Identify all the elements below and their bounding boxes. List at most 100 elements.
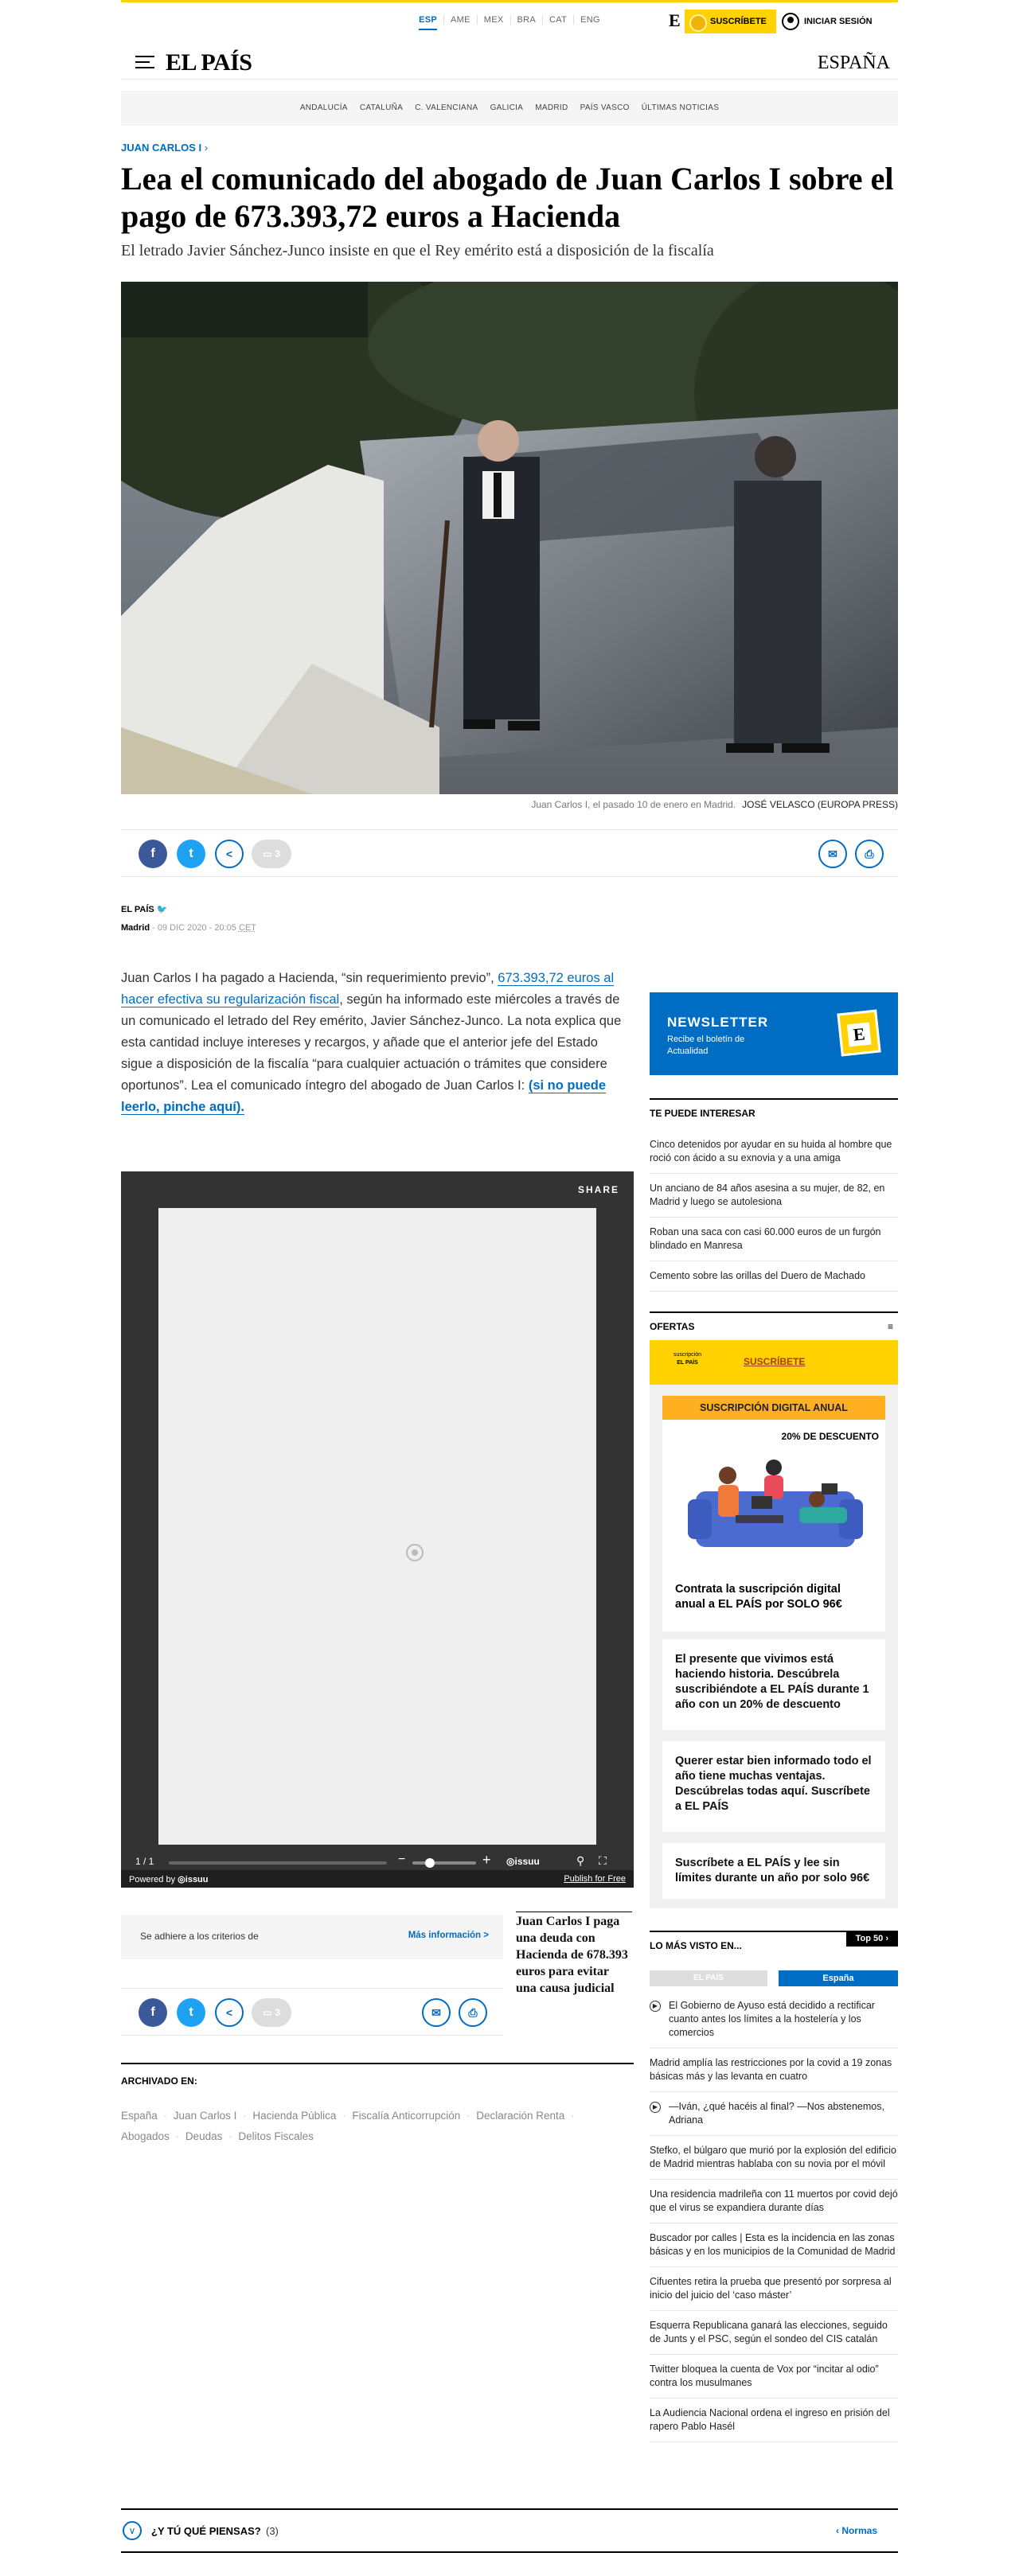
tag[interactable]: España (121, 2110, 174, 2122)
article-photo (121, 282, 898, 794)
zoom-in-icon[interactable]: + (482, 1852, 491, 1869)
el-pais-e-logo[interactable]: E (669, 10, 685, 32)
nav-galicia[interactable]: GALICIA (490, 103, 524, 112)
email-icon-bottom[interactable]: ✉ (422, 1998, 451, 2027)
zoom-out-icon[interactable]: − (398, 1853, 405, 1867)
nav-valenciana[interactable]: C. VALENCIANA (415, 103, 478, 112)
tab-spain[interactable]: España (779, 1970, 898, 1986)
byline-author[interactable]: EL PAÍS 🐦 (121, 904, 168, 914)
fullscreen-icon[interactable]: ⛶ (599, 1854, 607, 1868)
interest-item[interactable]: Cinco detenidos por ayudar en su huida a… (650, 1130, 898, 1174)
zoom-handle[interactable] (425, 1858, 435, 1868)
nav-cataluna[interactable]: CATALUÑA (360, 103, 403, 112)
share-bar-top: f t < ▭ 3 ✉ ⎙ (121, 829, 898, 877)
most-viewed-item[interactable]: Twitter bloquea la cuenta de Vox por “in… (650, 2355, 898, 2399)
subscribe-button[interactable]: SUSCRÍBETE (685, 10, 776, 33)
facebook-icon[interactable]: f (139, 840, 167, 868)
promo-card[interactable]: SUSCRIPCIÓN DIGITAL ANUAL 20% DE DESCUEN… (662, 1396, 885, 1631)
most-viewed-item[interactable]: Stefko, el búlgaro que murió por la expl… (650, 2136, 898, 2180)
offer-card-4[interactable]: Suscríbete a EL PAÍS y lee sin límites d… (662, 1843, 885, 1899)
issuu-footer-logo[interactable]: ◎issuu (178, 1875, 208, 1884)
offer-card-2[interactable]: El presente que vivimos está haciendo hi… (662, 1639, 885, 1730)
interest-item[interactable]: Roban una saca con casi 60.000 euros de … (650, 1218, 898, 1261)
tab-global[interactable]: EL PAÍS (650, 1970, 767, 1986)
twitter-icon-bottom[interactable]: t (177, 1998, 205, 2027)
menu-icon-small[interactable]: ≡ (888, 1321, 893, 1332)
nav-madrid[interactable]: MADRID (535, 103, 568, 112)
share-icon[interactable]: < (215, 840, 244, 868)
top50-label: Top 50 (855, 1934, 884, 1943)
print-icon-bottom[interactable]: ⎙ (459, 1998, 487, 2027)
most-viewed-item[interactable]: Cifuentes retira la prueba que presentó … (650, 2267, 898, 2311)
nav-pais-vasco[interactable]: PAÍS VASCO (580, 103, 630, 112)
comment-icon-bottom: ▭ (262, 2007, 272, 2018)
print-icon[interactable]: ⎙ (855, 840, 884, 868)
newsletter-banner[interactable]: NEWSLETTER Recibe el boletín de Actualid… (650, 992, 898, 1075)
comment-count-bottom: 3 (275, 2007, 281, 2018)
offers-subscribe-link[interactable]: SUSCRÍBETE (744, 1356, 805, 1367)
comment-icon: ▭ (262, 848, 272, 859)
comments-button-bottom[interactable]: ▭ 3 (252, 1998, 291, 2027)
criteria-more-link[interactable]: Más información > (408, 1931, 489, 1940)
comments-count: (3) (266, 2525, 279, 2537)
issuu-share-button[interactable]: SHARE (578, 1184, 619, 1195)
issuu-logo[interactable]: ◎issuu (506, 1856, 540, 1867)
most-viewed-item[interactable]: Madrid amplía las restricciones por la c… (650, 2048, 898, 2092)
twitter-icon[interactable]: t (177, 840, 205, 868)
most-viewed-item[interactable]: Esquerra Republicana ganará las eleccion… (650, 2311, 898, 2355)
offers-subscribe-bar[interactable]: suscripción EL PAÍS SUSCRÍBETE (650, 1340, 898, 1385)
share-icon-bottom[interactable]: < (215, 1998, 244, 2027)
issuu-embed[interactable]: SHARE 1 / 1 − + ◎issuu ⚲ ⛶ Powered by ◎i… (121, 1171, 634, 1888)
nav-andalucia[interactable]: ANDALUCÍA (300, 103, 348, 112)
tag[interactable]: Juan Carlos I (174, 2110, 253, 2122)
tag[interactable]: Fiscalía Anticorrupción (352, 2110, 476, 2122)
section-title[interactable]: ESPAÑA (818, 53, 890, 74)
interest-item[interactable]: Un anciano de 84 años asesina a su mujer… (650, 1174, 898, 1218)
most-viewed-item[interactable]: Una residencia madrileña con 11 muertos … (650, 2180, 898, 2223)
edition-bra[interactable]: BRA (510, 15, 543, 25)
tag[interactable]: Declaración Renta (476, 2110, 577, 2122)
edition-cat[interactable]: CAT (542, 15, 573, 25)
edition-eng[interactable]: ENG (573, 15, 607, 25)
page-slider[interactable] (169, 1861, 387, 1865)
user-icon (782, 13, 799, 30)
edition-ame[interactable]: AME (443, 15, 477, 25)
tag[interactable]: Deudas (185, 2130, 239, 2142)
rules-label: Normas (841, 2525, 877, 2536)
top-bar: ESP AME MEX BRA CAT ENG E SUSCRÍBETE INICIAR … (0, 0, 1019, 45)
tag[interactable]: Hacienda Pública (252, 2110, 352, 2122)
facebook-icon-bottom[interactable]: f (139, 1998, 167, 2027)
tag[interactable]: Delitos Fiscales (238, 2130, 320, 2142)
comments-button[interactable]: ▭ 3 (252, 840, 291, 868)
most-viewed-item[interactable]: La Audiencia Nacional ordena el ingreso … (650, 2399, 898, 2442)
most-viewed-item[interactable]: ▶ —Iván, ¿qué hacéis al final? —Nos abste… (650, 2092, 898, 2136)
nav-ultimas[interactable]: ÚLTIMAS NOTICIAS (642, 103, 719, 112)
search-icon[interactable]: ⚲ (576, 1854, 584, 1868)
login-button[interactable]: INICIAR SESIÓN (782, 10, 873, 33)
edition-mex[interactable]: MEX (476, 15, 510, 25)
mini-logo-text: EL PAÍS (677, 1360, 698, 1366)
email-icon[interactable]: ✉ (818, 840, 847, 868)
chevron-down-icon[interactable]: ∨ (123, 2521, 142, 2540)
timezone: CET (238, 923, 256, 933)
envelope-icon: E (837, 1009, 881, 1057)
offer-card-3[interactable]: Querer estar bien informado todo el año … (662, 1741, 885, 1832)
document-page[interactable] (158, 1208, 596, 1845)
interest-item[interactable]: Cemento sobre las orillas del Duero de M… (650, 1261, 898, 1292)
powered-by: Powered by ◎issuu (129, 1874, 209, 1884)
video-play-icon: ▶ (650, 2102, 661, 2113)
edition-esp[interactable]: ESP (412, 15, 443, 30)
article-kicker[interactable]: JUAN CARLOS I › (121, 142, 208, 154)
site-logo[interactable]: EL PAÍS (166, 49, 252, 76)
twitter-bird-icon[interactable]: 🐦 (157, 905, 168, 914)
rules-link[interactable]: ‹ Normas (836, 2525, 877, 2536)
zoom-slider[interactable] (412, 1858, 476, 1868)
related-article-link[interactable]: Juan Carlos I paga una deuda con Haciend… (516, 1913, 632, 1997)
publish-link[interactable]: Publish for Free (564, 1874, 626, 1884)
comments-bar[interactable]: ∨ ¿Y TÚ QUÉ PIENSAS? (3) ‹ Normas (121, 2508, 898, 2553)
most-viewed-item[interactable]: ▶ El Gobierno de Ayuso está decidido a re… (650, 1991, 898, 2048)
menu-icon[interactable] (135, 56, 154, 68)
most-viewed-item[interactable]: Buscador por calles | Esta es la inciden… (650, 2223, 898, 2267)
top50-button[interactable]: Top 50 › (845, 1931, 898, 1947)
tag[interactable]: Abogados (121, 2130, 185, 2142)
